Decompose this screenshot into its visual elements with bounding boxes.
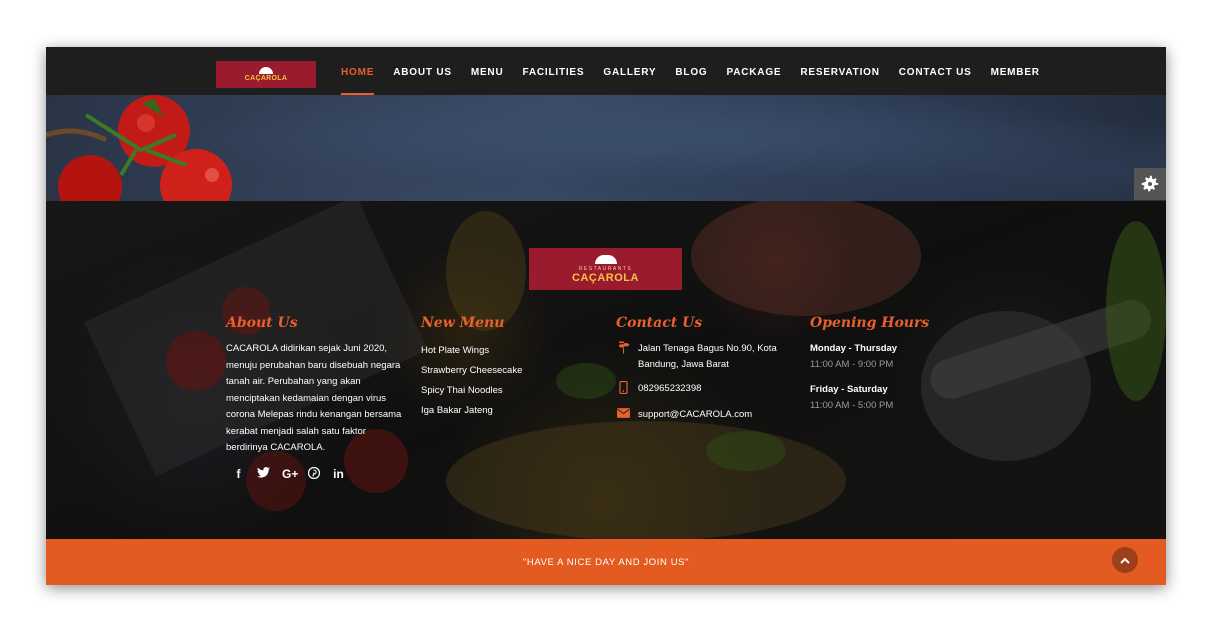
nav-home[interactable]: HOME	[341, 47, 375, 95]
about-line: tanah air. Perubahan yang akan	[226, 376, 361, 387]
address-line: Jalan Tenaga Bagus No.90, Kota	[638, 343, 777, 354]
email-text[interactable]: support@CACAROLA.com	[638, 407, 752, 423]
site-logo[interactable]: CAÇAROLA	[216, 61, 316, 88]
new-menu-column: New Menu Hot Plate Wings Strawberry Chee…	[421, 315, 522, 421]
about-us-title: About Us	[226, 315, 298, 331]
new-menu-title: New Menu	[421, 315, 505, 331]
contact-us-title: Contact Us	[616, 315, 703, 331]
cloche-logo-icon	[594, 254, 617, 264]
phone-text[interactable]: 082965232398	[638, 381, 701, 399]
google-plus-icon[interactable]: G+	[282, 467, 298, 482]
nav-member[interactable]: MEMBER	[991, 47, 1040, 95]
weekend-label: Friday - Saturday	[810, 384, 888, 395]
nav-gallery[interactable]: GALLERY	[603, 47, 656, 95]
address-text: Jalan Tenaga Bagus No.90, Kota Bandung, …	[638, 341, 777, 373]
new-menu-list: Hot Plate Wings Strawberry Cheesecake Sp…	[421, 341, 522, 421]
tomato-decoration	[46, 95, 232, 201]
linkedin-icon[interactable]: in	[332, 467, 345, 482]
menu-link[interactable]: Strawberry Cheesecake	[421, 361, 522, 381]
about-line: CACAROLA didirikan sejak Juni 2020,	[226, 343, 388, 354]
weekday-label: Monday - Thursday	[810, 343, 898, 354]
nav-contact-us[interactable]: CONTACT US	[899, 47, 972, 95]
signpost-icon	[616, 341, 630, 373]
pinterest-icon[interactable]	[307, 466, 320, 482]
menu-link[interactable]: Hot Plate Wings	[421, 341, 522, 361]
about-us-column: About Us CACAROLA didirikan sejak Juni 2…	[226, 315, 404, 482]
weekday-hours: 11:00 AM - 9:00 PM	[810, 359, 894, 370]
browser-page: CAÇAROLA HOME ABOUT US MENU FACILITIES G…	[46, 47, 1166, 585]
address-line: Bandung, Jawa Barat	[638, 359, 729, 370]
bottom-bar: "HAVE A NICE DAY AND JOIN US"	[46, 539, 1166, 585]
gear-icon	[1141, 175, 1159, 192]
envelope-icon	[616, 407, 630, 423]
top-navbar: CAÇAROLA HOME ABOUT US MENU FACILITIES G…	[46, 47, 1166, 95]
about-line: menuju perubahan baru disebuah negara	[226, 359, 401, 371]
nav-facilities[interactable]: FACILITIES	[522, 47, 584, 95]
about-line: menciptakan kedamaian dengan virus	[226, 392, 387, 404]
about-line: kerabat menjadi salah satu faktor	[226, 425, 366, 437]
settings-toggle[interactable]	[1134, 168, 1166, 200]
twitter-icon[interactable]	[257, 466, 270, 482]
logo-text: CAÇAROLA	[244, 75, 288, 82]
opening-hours-column: Opening Hours Monday - Thursday 11:00 AM…	[810, 315, 929, 423]
tagline-text: "HAVE A NICE DAY AND JOIN US"	[522, 556, 690, 568]
about-line: corona Melepas rindu kenangan bersama	[226, 409, 402, 420]
nav-package[interactable]: PACKAGE	[727, 47, 782, 95]
address-row: Jalan Tenaga Bagus No.90, Kota Bandung, …	[616, 341, 777, 373]
hero-banner	[46, 95, 1166, 201]
nav-about-us[interactable]: ABOUT US	[393, 47, 452, 95]
social-links: f G+ in	[232, 466, 404, 482]
main-menu: HOME ABOUT US MENU FACILITIES GALLERY BL…	[341, 47, 1059, 95]
about-line: berdirinya CACAROLA.	[226, 442, 326, 453]
phone-icon	[616, 381, 630, 399]
site-footer: RESTAURANTS CAÇAROLA About Us CACAROLA d…	[46, 201, 1166, 539]
scroll-to-top-button[interactable]	[1112, 547, 1138, 573]
chevron-up-icon	[1120, 557, 1130, 564]
cloche-logo-icon	[259, 67, 273, 74]
contact-us-column: Contact Us Jalan Tenaga Bagus No.90, Kot…	[616, 315, 777, 431]
opening-hours-title: Opening Hours	[810, 315, 930, 331]
nav-menu[interactable]: MENU	[471, 47, 504, 95]
nav-blog[interactable]: BLOG	[675, 47, 707, 95]
footer-logo[interactable]: RESTAURANTS CAÇAROLA	[529, 248, 682, 290]
about-us-text: CACAROLA didirikan sejak Juni 2020, menu…	[226, 341, 404, 457]
email-row: support@CACAROLA.com	[616, 407, 777, 423]
menu-link[interactable]: Iga Bakar Jateng	[421, 401, 522, 421]
logo-text: CAÇAROLA	[572, 271, 639, 284]
facebook-icon[interactable]: f	[232, 467, 245, 482]
menu-link[interactable]: Spicy Thai Noodles	[421, 381, 522, 401]
phone-row: 082965232398	[616, 381, 777, 399]
weekend-hours: 11:00 AM - 5:00 PM	[810, 400, 894, 411]
nav-reservation[interactable]: RESERVATION	[800, 47, 879, 95]
